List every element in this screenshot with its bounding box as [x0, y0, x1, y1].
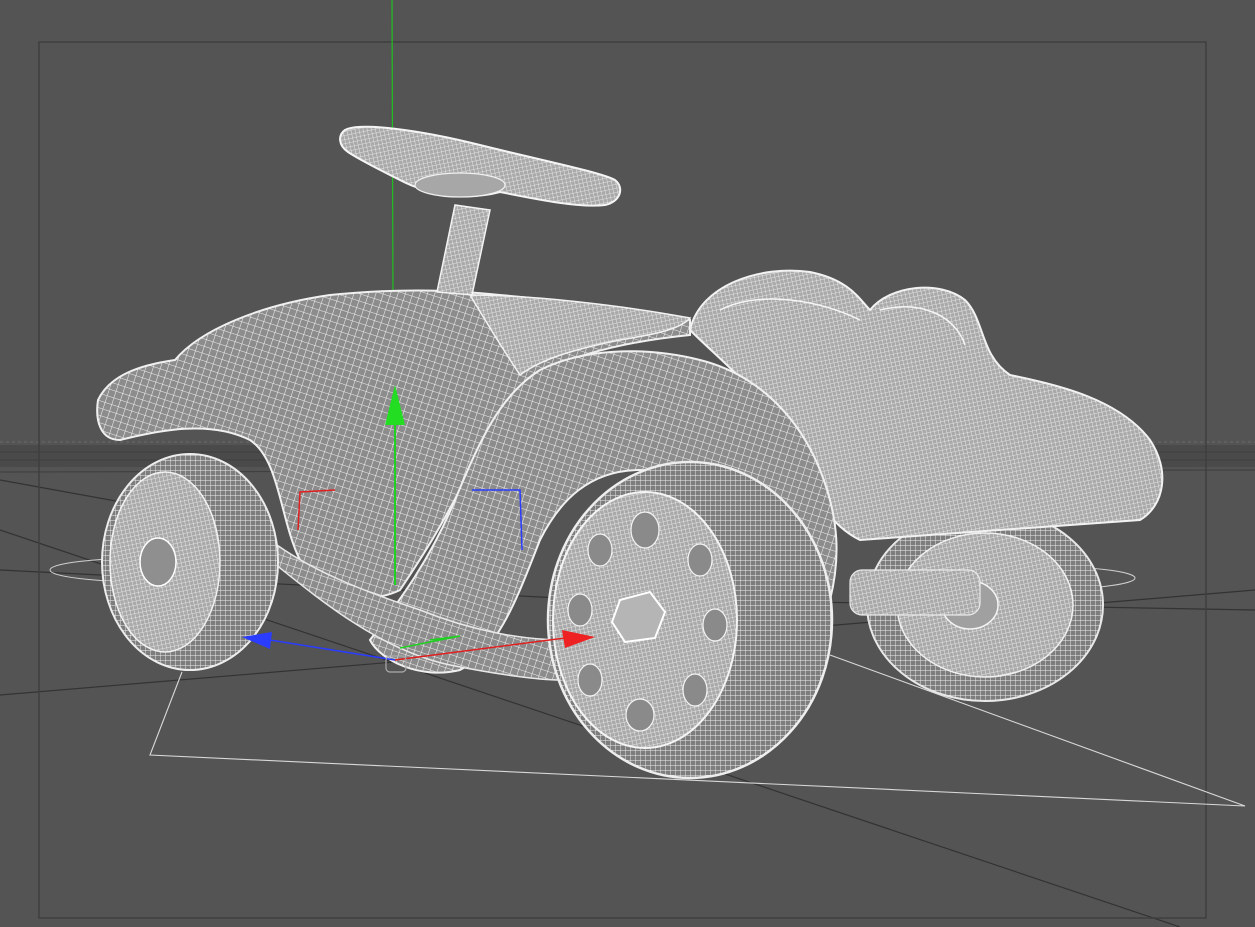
steering-column[interactable] — [436, 204, 491, 296]
front-right-wheel[interactable] — [546, 460, 834, 780]
viewport-canvas[interactable] — [0, 0, 1255, 927]
3d-viewport[interactable] — [0, 0, 1255, 927]
steering-wheel[interactable] — [339, 125, 622, 207]
